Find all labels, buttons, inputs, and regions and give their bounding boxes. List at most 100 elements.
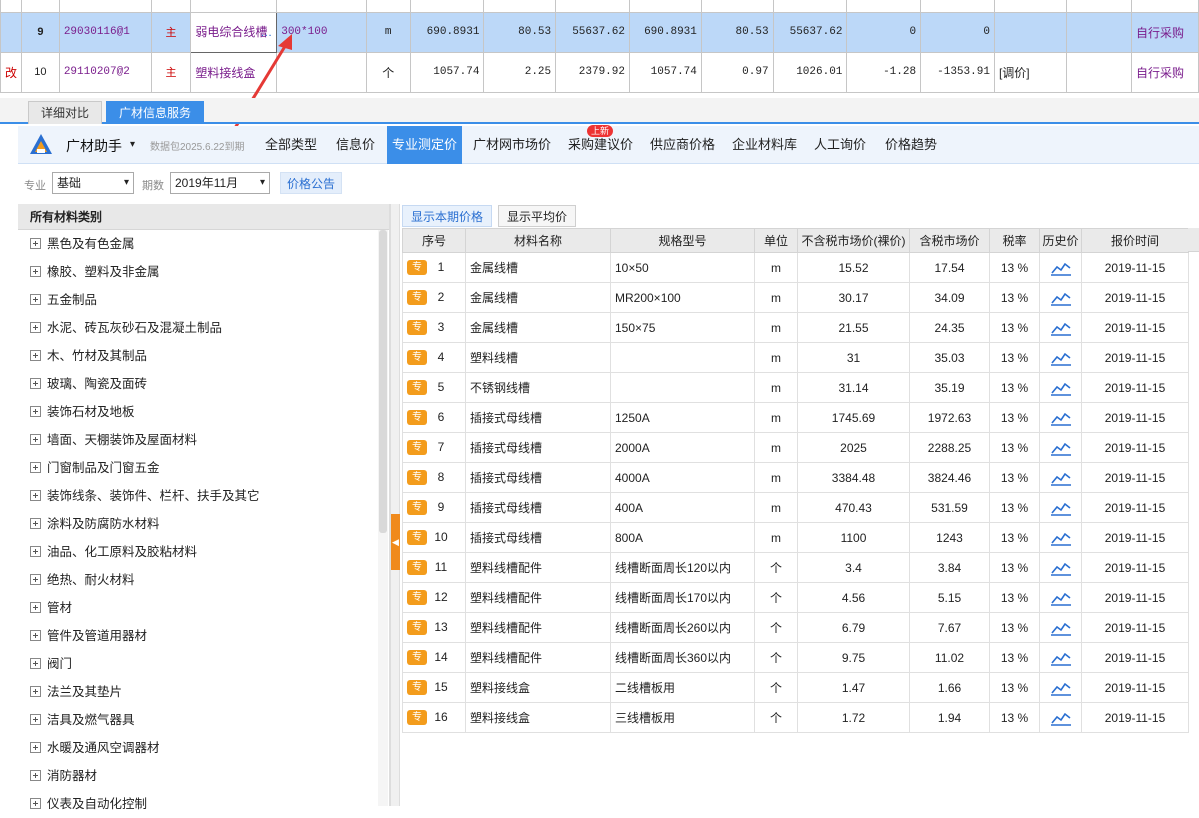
expand-plus-icon[interactable] bbox=[30, 322, 41, 333]
expand-plus-icon[interactable] bbox=[30, 434, 41, 445]
pane-splitter[interactable]: ◀ bbox=[390, 204, 400, 806]
expand-plus-icon[interactable] bbox=[30, 294, 41, 305]
price2-cell[interactable]: 80.53 bbox=[700, 11, 774, 53]
category-item[interactable]: 绝热、耐火材料 bbox=[18, 566, 389, 594]
line-chart-icon[interactable] bbox=[1050, 530, 1072, 546]
history-price-cell[interactable] bbox=[1039, 552, 1082, 583]
nav-manual-inquiry[interactable]: 人工询价 bbox=[809, 126, 871, 164]
category-item[interactable]: 装饰线条、装饰件、栏杆、扶手及其它 bbox=[18, 482, 389, 510]
material-code[interactable]: 29110207@2 bbox=[58, 51, 152, 93]
table-row-selected[interactable]: 9 29030116@1 主 弱电综合线槽 … 300*100 m 690.89… bbox=[0, 11, 1199, 53]
table-row[interactable]: 专 13 塑料线槽配件 线槽断面周长260以内个 6.79 7.67 13 % 2019-11… bbox=[402, 612, 1189, 643]
tab-guangcai-service[interactable]: 广材信息服务 bbox=[106, 101, 205, 124]
price2-cell[interactable]: 0.97 bbox=[700, 51, 774, 93]
history-price-cell[interactable] bbox=[1039, 522, 1082, 553]
history-price-cell[interactable] bbox=[1039, 672, 1082, 703]
col-header[interactable]: 含税市场价 bbox=[909, 228, 990, 253]
nav-enterprise-library[interactable]: 企业材料库 bbox=[727, 126, 802, 164]
category-item[interactable]: 玻璃、陶瓷及面砖 bbox=[18, 370, 389, 398]
period-select[interactable]: 2019年11月 ▾ bbox=[170, 172, 270, 194]
category-item[interactable]: 阀门 bbox=[18, 650, 389, 678]
line-chart-icon[interactable] bbox=[1050, 320, 1072, 336]
amount-cell[interactable]: 2379.92 bbox=[555, 51, 630, 93]
expand-plus-icon[interactable] bbox=[30, 490, 41, 501]
table-row[interactable]: 专 2 金属线槽 MR200×100 m 30.17 34.09 13 % 2019-11-15 bbox=[402, 282, 1189, 313]
unit-cell[interactable]: m bbox=[365, 11, 411, 53]
table-row[interactable]: 专 5 不锈钢线槽 m 31.14 35.19 13 % 2019-11-15 bbox=[402, 372, 1189, 403]
tab-average-price[interactable]: 显示平均价 bbox=[498, 205, 577, 227]
price-notice-button[interactable]: 价格公告 bbox=[280, 172, 343, 194]
line-chart-icon[interactable] bbox=[1050, 260, 1072, 276]
diff-amount-cell[interactable]: -1353.91 bbox=[920, 51, 995, 93]
nav-info-price[interactable]: 信息价 bbox=[331, 126, 380, 164]
chevron-down-icon[interactable]: ▾ bbox=[130, 139, 135, 150]
qty-cell[interactable]: 1057.74 bbox=[409, 51, 485, 93]
table-row[interactable]: 专 10 插接式母线槽 800A m 1100 1243 13 % 2019-11-15 bbox=[402, 522, 1189, 553]
category-item[interactable]: 法兰及其垫片 bbox=[18, 678, 389, 706]
category-item[interactable]: 门窗制品及门窗五金 bbox=[18, 454, 389, 482]
history-price-cell[interactable] bbox=[1039, 462, 1082, 493]
brand-name[interactable]: 广材助手 bbox=[66, 136, 122, 156]
spec-cell[interactable] bbox=[276, 51, 367, 93]
diff-price-cell[interactable]: 0 bbox=[846, 11, 922, 53]
table-row[interactable]: 改 10 29110207@2 主 塑料接线盒 个 1057.74 2.25 2… bbox=[0, 51, 1199, 93]
history-price-cell[interactable] bbox=[1039, 492, 1082, 523]
table-row[interactable]: 专 14 塑料线槽配件 线槽断面周长360以内个 9.75 11.02 13 % 2019-1… bbox=[402, 642, 1189, 673]
expand-plus-icon[interactable] bbox=[30, 602, 41, 613]
table-row[interactable]: 专 6 插接式母线槽 1250A m 1745.69 1972.63 13 % 2019-11-… bbox=[402, 402, 1189, 433]
category-item[interactable]: 消防器材 bbox=[18, 762, 389, 790]
line-chart-icon[interactable] bbox=[1050, 560, 1072, 576]
category-item[interactable]: 水暖及通风空调器材 bbox=[18, 734, 389, 762]
line-chart-icon[interactable] bbox=[1050, 620, 1072, 636]
category-item[interactable]: 橡胶、塑料及非金属 bbox=[18, 258, 389, 286]
material-name[interactable]: 塑料接线盒 bbox=[190, 51, 278, 93]
price-cell[interactable]: 80.53 bbox=[483, 11, 557, 53]
category-scrollbar[interactable] bbox=[378, 230, 388, 806]
col-header[interactable]: 报价时间 bbox=[1081, 228, 1189, 253]
material-name-editor[interactable]: 弱电综合线槽 … bbox=[190, 11, 278, 53]
line-chart-icon[interactable] bbox=[1050, 410, 1072, 426]
expand-plus-icon[interactable] bbox=[30, 798, 41, 809]
expand-plus-icon[interactable] bbox=[30, 406, 41, 417]
history-price-cell[interactable] bbox=[1039, 702, 1082, 733]
history-price-cell[interactable] bbox=[1039, 252, 1082, 283]
expand-plus-icon[interactable] bbox=[30, 266, 41, 277]
expand-plus-icon[interactable] bbox=[30, 462, 41, 473]
amount-cell[interactable]: 55637.62 bbox=[555, 11, 630, 53]
expand-plus-icon[interactable] bbox=[30, 238, 41, 249]
source-cell[interactable]: 自行采购 bbox=[1130, 11, 1199, 53]
material-name[interactable]: 弱电综合线槽 bbox=[195, 25, 267, 39]
spec-cell[interactable]: 300*100 bbox=[276, 11, 367, 53]
table-row[interactable]: 专 4 塑料线槽 m 31 35.03 13 % 2019-11-15 bbox=[402, 342, 1189, 373]
expand-plus-icon[interactable] bbox=[30, 546, 41, 557]
expand-plus-icon[interactable] bbox=[30, 378, 41, 389]
category-item[interactable]: 油品、化工原料及胶粘材料 bbox=[18, 538, 389, 566]
category-item[interactable]: 洁具及燃气器具 bbox=[18, 706, 389, 734]
table-row[interactable]: 专 7 插接式母线槽 2000A m 2025 2288.25 13 % 2019-11-15 bbox=[402, 432, 1189, 463]
tab-current-price[interactable]: 显示本期价格 bbox=[402, 205, 493, 227]
col-header[interactable]: 材料名称 bbox=[465, 228, 611, 253]
nav-all-types[interactable]: 全部类型 bbox=[260, 126, 322, 164]
history-price-cell[interactable] bbox=[1039, 612, 1082, 643]
nav-price-trend[interactable]: 价格趋势 bbox=[880, 126, 942, 164]
amount2-cell[interactable]: 55637.62 bbox=[772, 11, 848, 53]
tab-detail-compare[interactable]: 详细对比 bbox=[28, 101, 103, 124]
category-item[interactable]: 五金制品 bbox=[18, 286, 389, 314]
col-header[interactable]: 不含税市场价(裸价) bbox=[797, 228, 910, 253]
history-price-cell[interactable] bbox=[1039, 282, 1082, 313]
category-item[interactable]: 黑色及有色金属 bbox=[18, 230, 389, 258]
col-header[interactable]: 规格型号 bbox=[610, 228, 755, 253]
line-chart-icon[interactable] bbox=[1050, 470, 1072, 486]
expand-plus-icon[interactable] bbox=[30, 742, 41, 753]
expand-plus-icon[interactable] bbox=[30, 630, 41, 641]
line-chart-icon[interactable] bbox=[1050, 650, 1072, 666]
scrollbar-thumb[interactable] bbox=[379, 230, 387, 533]
table-row[interactable]: 专 12 塑料线槽配件 线槽断面周长170以内个 4.56 5.15 13 % 2019-11… bbox=[402, 582, 1189, 613]
col-header[interactable]: 税率 bbox=[989, 228, 1040, 253]
line-chart-icon[interactable] bbox=[1050, 500, 1072, 516]
expand-plus-icon[interactable] bbox=[30, 574, 41, 585]
table-row[interactable]: 专 15 塑料接线盒 二线槽板用个 1.47 1.66 13 % 2019-11-15 bbox=[402, 672, 1189, 703]
table-row[interactable]: 专 1 金属线槽 10×50 m 15.52 17.54 13 % 2019-11-15 bbox=[402, 252, 1189, 283]
line-chart-icon[interactable] bbox=[1050, 380, 1072, 396]
qty-cell[interactable]: 690.8931 bbox=[409, 11, 485, 53]
